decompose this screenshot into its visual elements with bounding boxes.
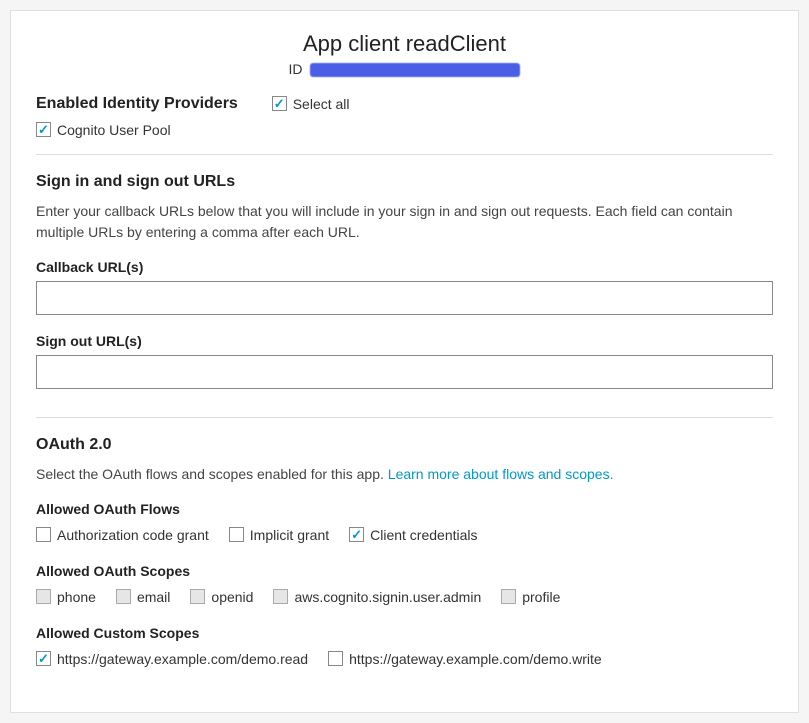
divider bbox=[36, 417, 773, 418]
checkbox-icon bbox=[328, 651, 343, 666]
identity-providers-header-row: Enabled Identity Providers Select all bbox=[36, 95, 773, 113]
checkbox-icon bbox=[190, 589, 205, 604]
app-client-settings-panel: App client readClient ID Enabled Identit… bbox=[10, 10, 799, 713]
checkbox-icon bbox=[229, 527, 244, 542]
oauth-description-text: Select the OAuth flows and scopes enable… bbox=[36, 466, 388, 482]
custom-scopes-heading: Allowed Custom Scopes bbox=[36, 625, 773, 641]
scope-label: phone bbox=[57, 589, 96, 605]
checkbox-icon bbox=[273, 589, 288, 604]
scope-label: openid bbox=[211, 589, 253, 605]
scope-phone-checkbox[interactable]: phone bbox=[36, 589, 96, 605]
scope-aws-signin-checkbox[interactable]: aws.cognito.signin.user.admin bbox=[273, 589, 481, 605]
checkbox-icon bbox=[501, 589, 516, 604]
scope-profile-checkbox[interactable]: profile bbox=[501, 589, 560, 605]
learn-more-link[interactable]: Learn more about flows and scopes. bbox=[388, 466, 614, 482]
urls-description: Enter your callback URLs below that you … bbox=[36, 201, 773, 243]
custom-scope-write-checkbox[interactable]: https://gateway.example.com/demo.write bbox=[328, 651, 602, 667]
idp-label: Cognito User Pool bbox=[57, 122, 171, 138]
oauth-scopes-heading: Allowed OAuth Scopes bbox=[36, 563, 773, 579]
custom-scope-label: https://gateway.example.com/demo.write bbox=[349, 651, 602, 667]
flow-implicit-checkbox[interactable]: Implicit grant bbox=[229, 527, 329, 543]
callback-url-input[interactable] bbox=[36, 281, 773, 315]
scope-email-checkbox[interactable]: email bbox=[116, 589, 170, 605]
checkbox-icon bbox=[272, 96, 287, 111]
checkbox-icon bbox=[36, 651, 51, 666]
id-value-redacted bbox=[310, 63, 520, 77]
identity-providers-heading: Enabled Identity Providers bbox=[36, 95, 238, 113]
checkbox-icon bbox=[36, 589, 51, 604]
callback-url-label: Callback URL(s) bbox=[36, 259, 773, 275]
oauth-flows-row: Authorization code grant Implicit grant … bbox=[36, 527, 773, 543]
divider bbox=[36, 154, 773, 155]
oauth-heading: OAuth 2.0 bbox=[36, 436, 773, 454]
urls-heading: Sign in and sign out URLs bbox=[36, 173, 773, 191]
select-all-checkbox[interactable]: Select all bbox=[272, 96, 350, 112]
custom-scope-read-checkbox[interactable]: https://gateway.example.com/demo.read bbox=[36, 651, 308, 667]
checkbox-icon bbox=[36, 122, 51, 137]
oauth-scopes-row: phone email openid aws.cognito.signin.us… bbox=[36, 589, 773, 605]
id-label: ID bbox=[289, 61, 303, 77]
app-client-id-row: ID bbox=[36, 61, 773, 77]
custom-scope-label: https://gateway.example.com/demo.read bbox=[57, 651, 308, 667]
custom-scopes-row: https://gateway.example.com/demo.read ht… bbox=[36, 651, 773, 667]
oauth-flows-heading: Allowed OAuth Flows bbox=[36, 501, 773, 517]
flow-label: Implicit grant bbox=[250, 527, 329, 543]
signout-url-label: Sign out URL(s) bbox=[36, 333, 773, 349]
page-title: App client readClient bbox=[36, 31, 773, 57]
flow-label: Client credentials bbox=[370, 527, 477, 543]
select-all-label: Select all bbox=[293, 96, 350, 112]
scope-label: aws.cognito.signin.user.admin bbox=[294, 589, 481, 605]
checkbox-icon bbox=[116, 589, 131, 604]
identity-provider-list: Cognito User Pool bbox=[36, 121, 773, 138]
scope-label: email bbox=[137, 589, 170, 605]
flow-client-credentials-checkbox[interactable]: Client credentials bbox=[349, 527, 477, 543]
flow-auth-code-checkbox[interactable]: Authorization code grant bbox=[36, 527, 209, 543]
idp-cognito-checkbox[interactable]: Cognito User Pool bbox=[36, 122, 171, 138]
oauth-description: Select the OAuth flows and scopes enable… bbox=[36, 464, 773, 485]
checkbox-icon bbox=[36, 527, 51, 542]
scope-label: profile bbox=[522, 589, 560, 605]
signout-url-input[interactable] bbox=[36, 355, 773, 389]
scope-openid-checkbox[interactable]: openid bbox=[190, 589, 253, 605]
checkbox-icon bbox=[349, 527, 364, 542]
flow-label: Authorization code grant bbox=[57, 527, 209, 543]
